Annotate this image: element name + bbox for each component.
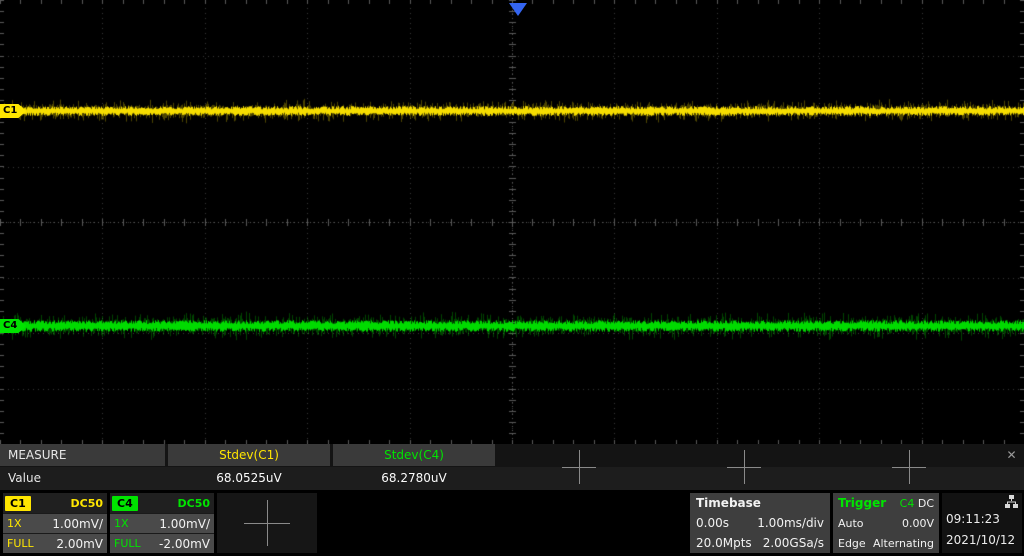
- timebase-delay: 0.00s: [696, 516, 729, 530]
- channel-c1-scale: 1.00mV/: [52, 517, 103, 531]
- measure-value-label: Value: [0, 467, 165, 490]
- measure-column-stdev-c4[interactable]: Stdev(C4): [333, 444, 495, 466]
- channel-c1-bandwidth: FULL: [7, 537, 34, 550]
- channel-c1-attenuation: 1X: [7, 517, 22, 530]
- add-channel-icon: [244, 500, 290, 546]
- channel-c4-attenuation: 1X: [114, 517, 129, 530]
- add-measurement-icon[interactable]: [562, 450, 596, 484]
- channel-c4-scale: 1.00mV/: [159, 517, 210, 531]
- trigger-type: Edge: [838, 537, 866, 550]
- trigger-panel[interactable]: Trigger C4 DC Auto 0.00V Edge Alternatin…: [833, 493, 939, 553]
- trigger-coupling: DC: [918, 497, 934, 510]
- timebase-panel[interactable]: Timebase 0.00s 1.00ms/div 20.0Mpts 2.00G…: [690, 493, 830, 553]
- trigger-slope-mode: Alternating: [873, 537, 934, 550]
- channel-c1-coupling: DC50: [70, 497, 103, 510]
- add-measurement-icon[interactable]: [892, 450, 926, 484]
- channel-c4-header: C4 DC50: [110, 493, 214, 513]
- oscilloscope-screen: C1 C4 MEASURE Stdev(C1) Stdev(C4) Value …: [0, 0, 1024, 556]
- trigger-title: Trigger: [838, 496, 886, 510]
- trigger-type-row: Edge Alternating: [833, 533, 939, 553]
- channel-c4-offset: -2.00mV: [159, 537, 210, 551]
- measure-title: MEASURE: [0, 444, 165, 466]
- channel-c4-bandwidth: FULL: [114, 537, 141, 550]
- timebase-sample-rate: 2.00GSa/s: [763, 536, 824, 550]
- network-icon[interactable]: [1005, 495, 1018, 508]
- empty-channel-slot[interactable]: [217, 493, 317, 553]
- trigger-position-marker[interactable]: [509, 3, 527, 16]
- channel-c1-chip[interactable]: C1: [5, 496, 31, 511]
- timebase-points: 20.0Mpts: [696, 536, 752, 550]
- channel-c1-scale-row: 1X 1.00mV/: [3, 513, 107, 533]
- clock-time: 09:11:23: [942, 509, 1022, 530]
- clock-date: 2021/10/12: [942, 530, 1022, 550]
- channel-c1-offset-row: FULL 2.00mV: [3, 533, 107, 553]
- channel-c1-box[interactable]: C1 DC50 1X 1.00mV/ FULL 2.00mV: [3, 493, 107, 553]
- measure-value-stdev-c4: 68.2780uV: [333, 467, 495, 490]
- channel-c4-offset-row: FULL -2.00mV: [110, 533, 214, 553]
- measure-value-stdev-c1: 68.0525uV: [168, 467, 330, 490]
- channel-c4-coupling: DC50: [177, 497, 210, 510]
- measure-panel: MEASURE Stdev(C1) Stdev(C4) Value 68.052…: [0, 444, 1024, 490]
- trigger-level: 0.00V: [902, 517, 934, 530]
- clock-icon-row: [942, 493, 1022, 509]
- trigger-header-row: Trigger C4 DC: [833, 493, 939, 513]
- clock-panel: 09:11:23 2021/10/12: [942, 493, 1022, 553]
- measure-column-stdev-c1[interactable]: Stdev(C1): [168, 444, 330, 466]
- channel-c1-offset: 2.00mV: [56, 537, 103, 551]
- close-icon[interactable]: ✕: [1004, 448, 1019, 463]
- measure-value-row: Value 68.0525uV 68.2780uV: [0, 467, 1024, 490]
- measure-header-row: MEASURE Stdev(C1) Stdev(C4): [0, 444, 1024, 466]
- waveform-canvas: [0, 0, 1024, 444]
- channel-c1-header: C1 DC50: [3, 493, 107, 513]
- timebase-memory-row: 20.0Mpts 2.00GSa/s: [690, 533, 830, 553]
- timebase-scale: 1.00ms/div: [757, 516, 824, 530]
- trigger-source-coupling: C4 DC: [900, 497, 934, 510]
- channel-c4-box[interactable]: C4 DC50 1X 1.00mV/ FULL -2.00mV: [110, 493, 214, 553]
- timebase-title: Timebase: [690, 493, 830, 513]
- channel-c4-scale-row: 1X 1.00mV/: [110, 513, 214, 533]
- add-measurement-icon[interactable]: [727, 450, 761, 484]
- timebase-delay-row: 0.00s 1.00ms/div: [690, 513, 830, 533]
- channel-c4-chip[interactable]: C4: [112, 496, 138, 511]
- waveform-display[interactable]: C1 C4: [0, 0, 1024, 444]
- trigger-source: C4: [900, 497, 915, 510]
- trigger-mode: Auto: [838, 517, 864, 530]
- status-bar: C1 DC50 1X 1.00mV/ FULL 2.00mV C4 DC50 1…: [0, 490, 1024, 556]
- trigger-mode-row: Auto 0.00V: [833, 513, 939, 533]
